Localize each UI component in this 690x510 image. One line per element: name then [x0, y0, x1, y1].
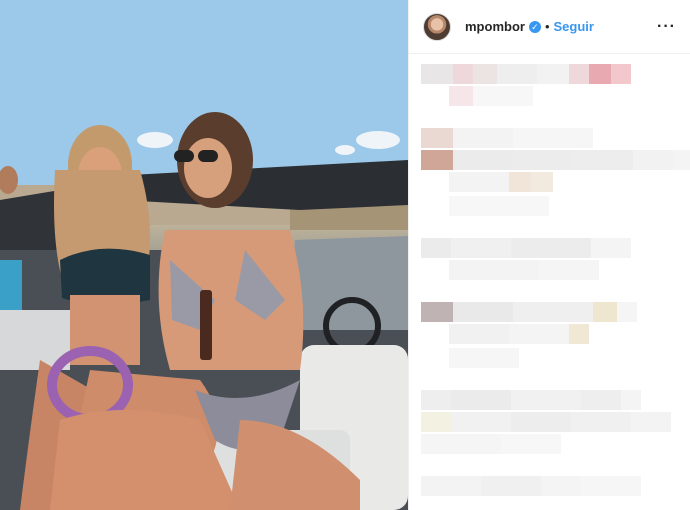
header-separator: •: [544, 19, 550, 34]
more-options-icon[interactable]: ···: [657, 18, 676, 36]
blurred-comment-row: [421, 150, 690, 170]
username-link[interactable]: mpombor: [465, 19, 525, 34]
post-header: mpombor ✓ • Seguir ···: [409, 0, 690, 54]
blurred-comment-row: [449, 196, 549, 216]
blurred-comment-row: [421, 476, 641, 496]
blurred-comment-row: [449, 260, 599, 280]
blurred-comment-row: [421, 238, 631, 258]
verified-badge-icon: ✓: [528, 20, 541, 33]
blurred-comment-row: [449, 86, 533, 106]
avatar[interactable]: [423, 12, 451, 41]
blurred-comment-row: [421, 64, 631, 84]
blurred-comment-row: [449, 348, 519, 368]
blurred-comment-row: [421, 390, 641, 410]
blurred-comment-row: [421, 128, 593, 148]
blurred-comments-area: [409, 54, 690, 510]
blurred-comment-row: [449, 172, 553, 192]
post-image[interactable]: [0, 0, 408, 510]
blurred-comment-row: [421, 302, 637, 322]
blurred-comment-row: [449, 324, 589, 344]
follow-button[interactable]: Seguir: [554, 19, 594, 34]
blurred-comment-row: [421, 434, 561, 454]
post-photo-illustration: [0, 0, 408, 510]
blurred-comment-row: [421, 412, 671, 432]
post-sidebar: mpombor ✓ • Seguir ···: [408, 0, 690, 510]
